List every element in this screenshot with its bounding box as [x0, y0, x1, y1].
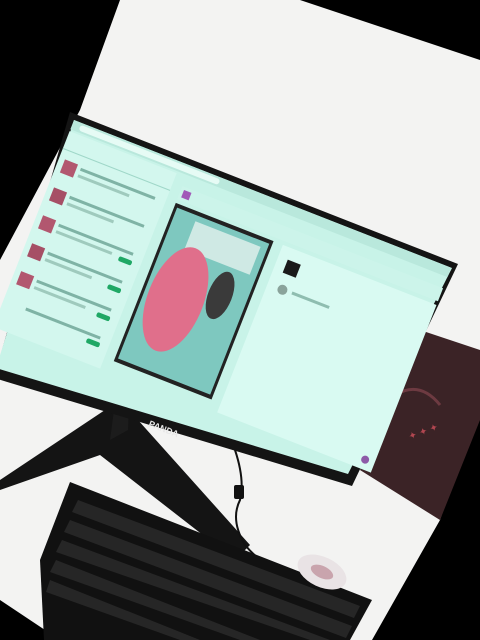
photo-scene: ✦ ✦ ✦ PANDA: [0, 0, 480, 640]
cable-ferrite: [234, 485, 244, 499]
photo-illustration: ✦ ✦ ✦ PANDA: [0, 0, 480, 640]
